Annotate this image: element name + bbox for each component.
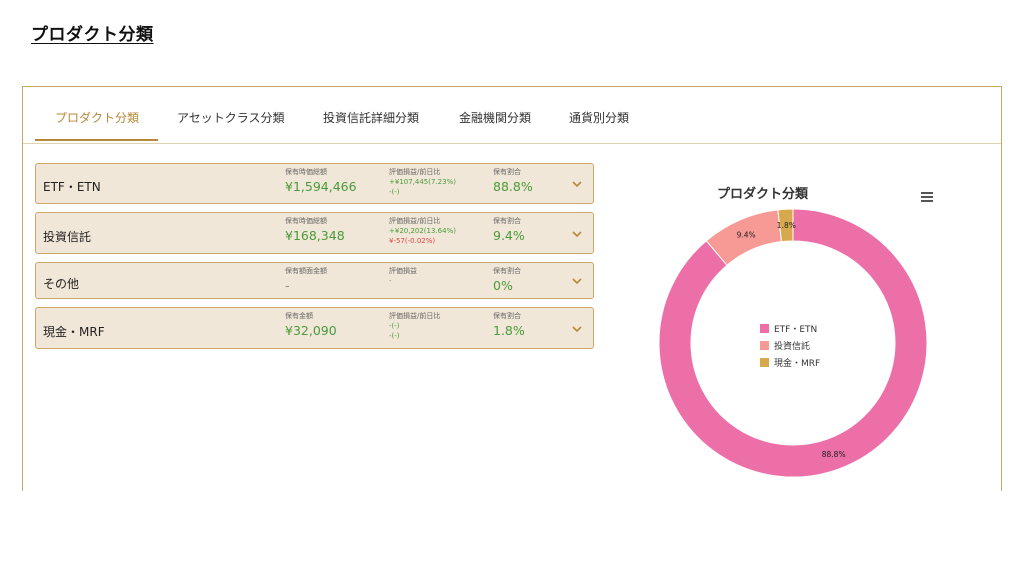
chart-legend: ETF・ETN 投資信託現金・MRF [760,322,820,373]
donut-data-label: 88.8% [822,450,846,459]
legend-label: ETF・ETN [774,325,818,335]
donut-chart: 88.8% 9.4% 1.8% [658,208,928,478]
legend-item[interactable]: 現金・MRF [760,356,820,373]
donut-data-label: 1.8% [777,221,796,230]
menu-icon[interactable] [921,192,933,202]
donut-data-label: 9.4% [737,231,756,240]
legend-swatch [760,341,769,350]
legend-item[interactable]: 投資信託 [760,339,820,356]
legend-item[interactable]: ETF・ETN [760,322,820,339]
legend-swatch [760,358,769,367]
chart-title: プロダクト分類 [717,187,809,202]
legend-swatch [760,324,769,333]
legend-label: 投資信託 [774,342,811,352]
legend-label: 現金・MRF [774,359,821,369]
